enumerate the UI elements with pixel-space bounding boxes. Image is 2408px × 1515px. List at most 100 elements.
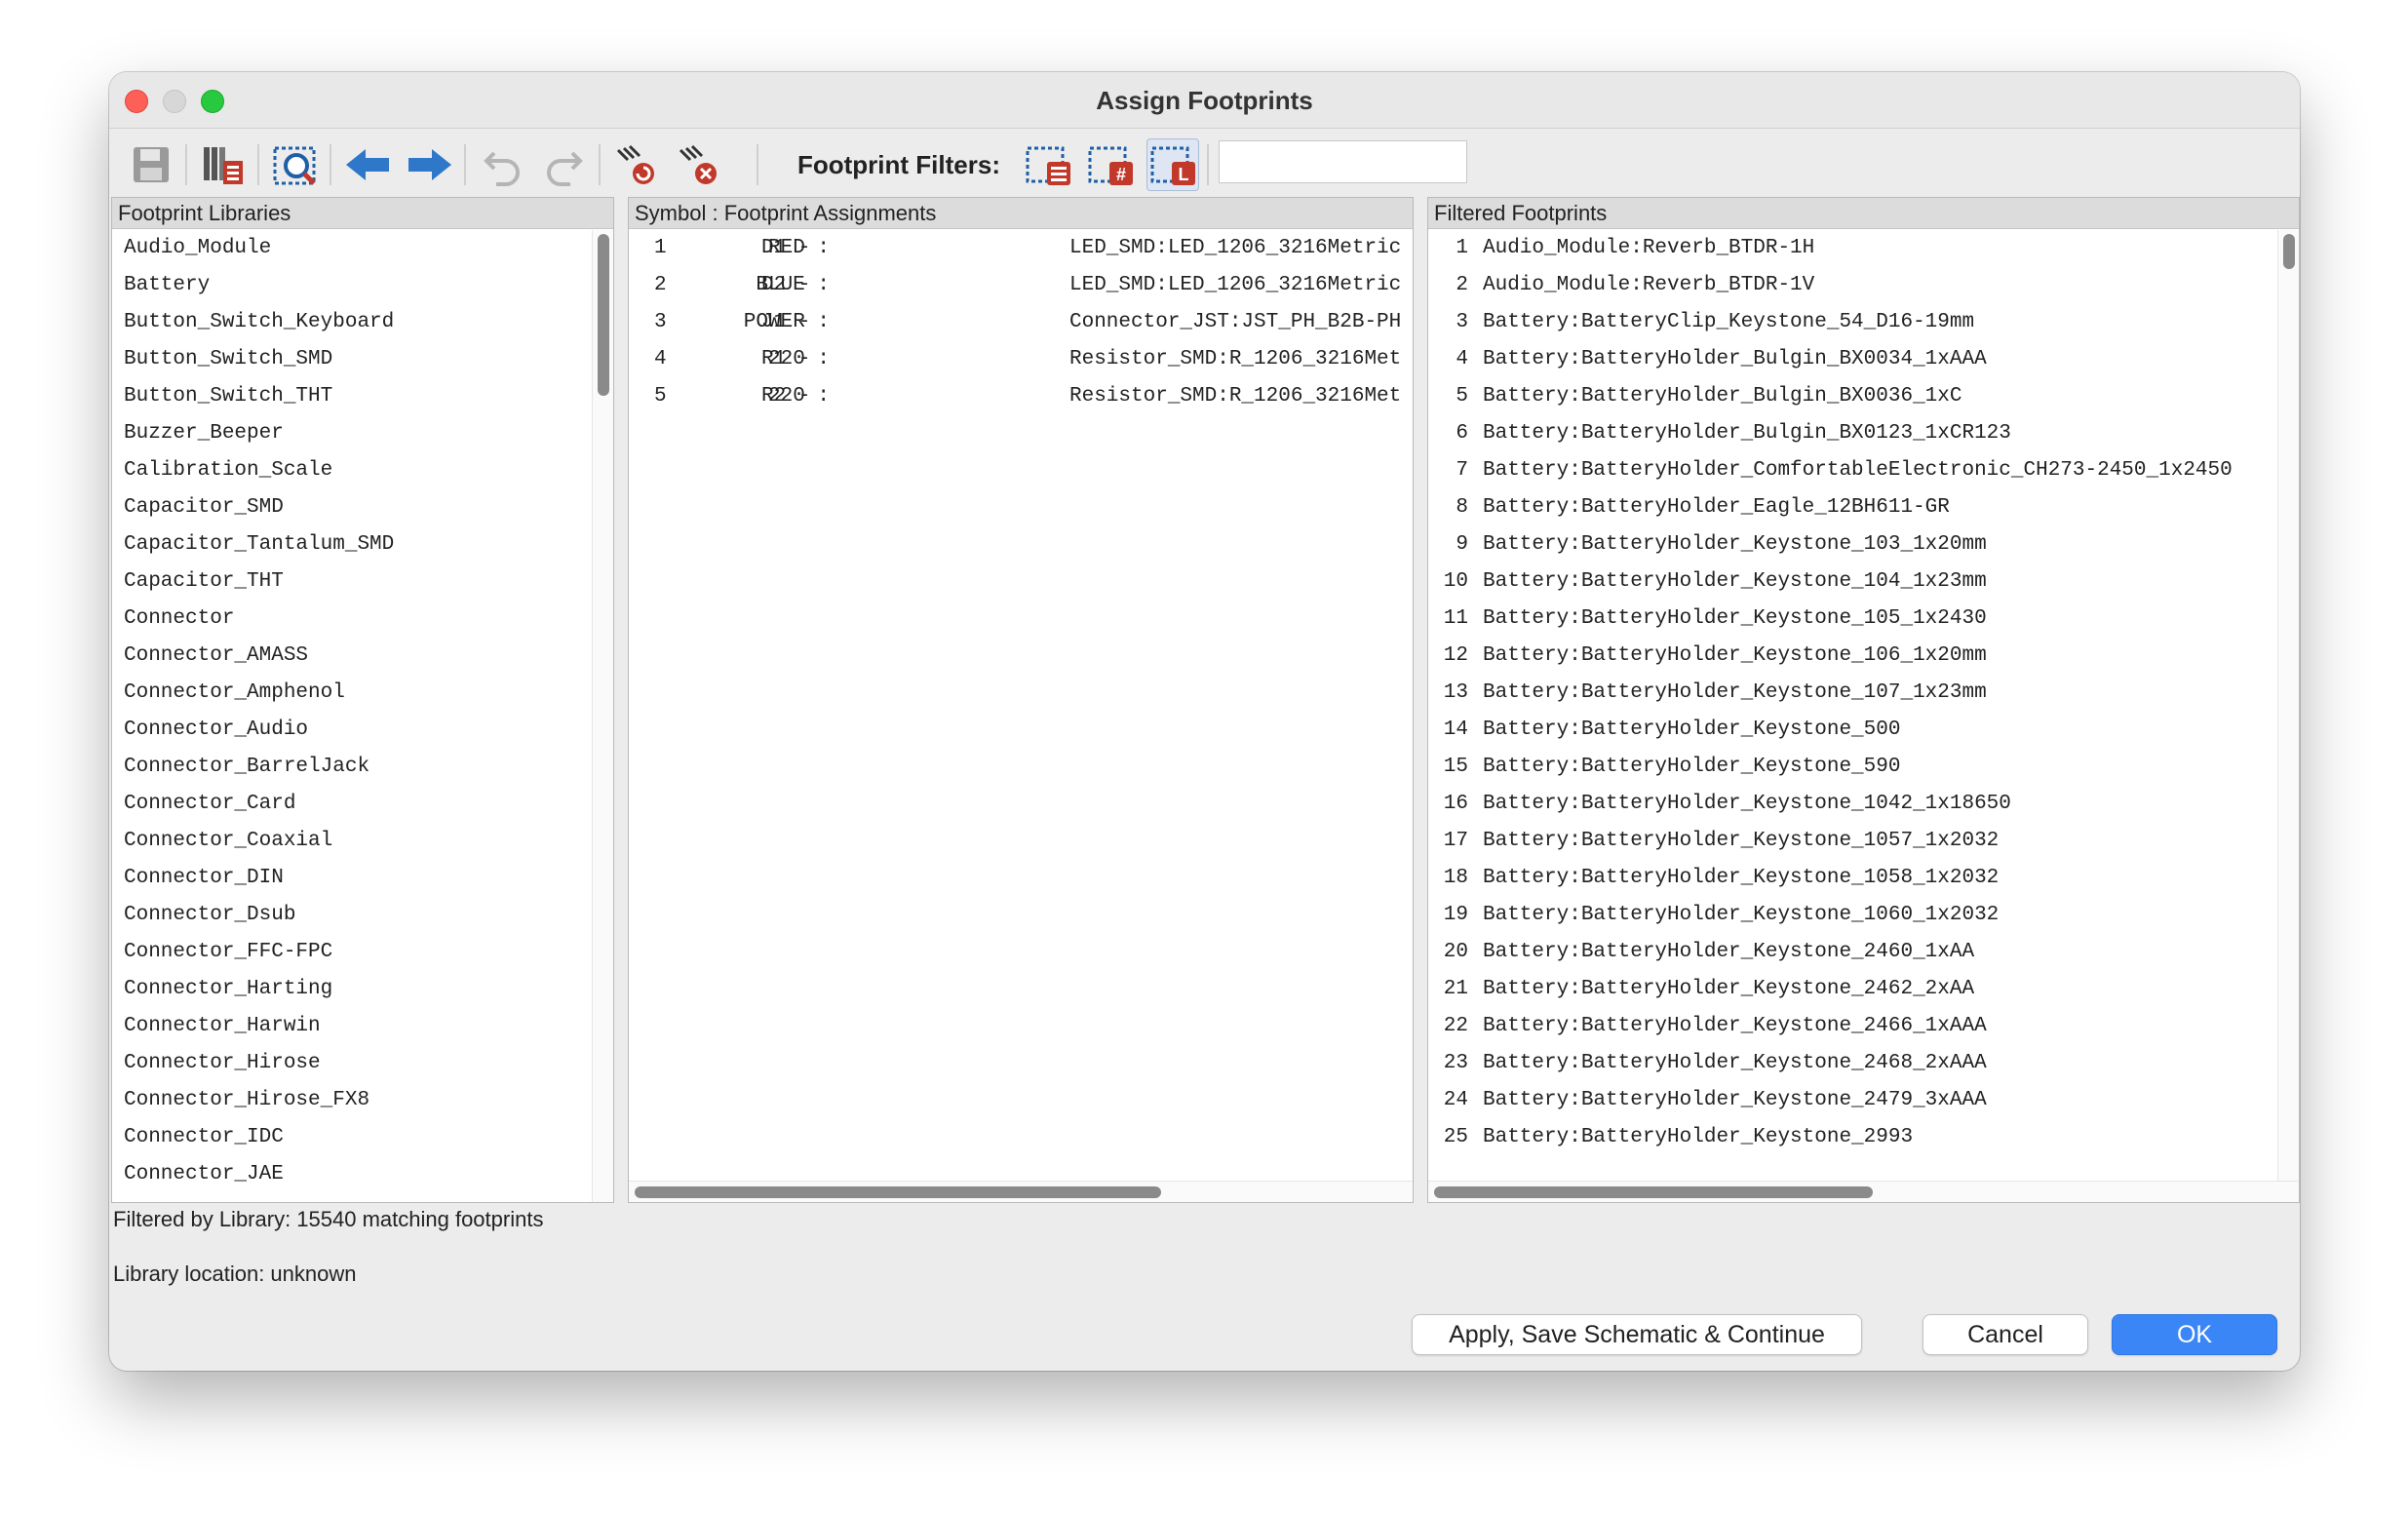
library-list-item[interactable]: Capacitor_Tantalum_SMD xyxy=(112,526,613,563)
filtered-footprint-row[interactable]: 8 Battery:BatteryHolder_Eagle_12BH611-GR xyxy=(1428,489,2277,526)
filtered-footprint-row[interactable]: 19 Battery:BatteryHolder_Keystone_1060_1x… xyxy=(1428,897,2277,934)
footprint-number: 13 xyxy=(1443,681,1468,704)
library-list-item[interactable]: Connector_Coaxial xyxy=(112,823,613,860)
library-list-item[interactable]: Connector xyxy=(112,601,613,638)
cancel-button[interactable]: Cancel xyxy=(1923,1314,2088,1355)
library-list-item[interactable]: Connector_Audio xyxy=(112,712,613,749)
footprint-libraries-list[interactable]: Audio_Module Battery Button_Switch_Keyboar… xyxy=(112,230,613,1202)
library-list-item[interactable]: Battery xyxy=(112,267,613,304)
filter-by-keywords-icon[interactable] xyxy=(1022,138,1074,191)
apply-save-continue-button[interactable]: Apply, Save Schematic & Continue xyxy=(1412,1314,1862,1355)
filtered-footprint-row[interactable]: 5 Battery:BatteryHolder_Bulgin_BX0036_1xC xyxy=(1428,378,2277,415)
library-manager-icon[interactable] xyxy=(197,138,250,191)
filtered-footprint-row[interactable]: 22 Battery:BatteryHolder_Keystone_2466_1x… xyxy=(1428,1008,2277,1045)
filtered-footprint-row[interactable]: 9 Battery:BatteryHolder_Keystone_103_1x20… xyxy=(1428,526,2277,563)
view-footprint-icon[interactable] xyxy=(269,138,322,191)
library-list-item[interactable]: Button_Switch_SMD xyxy=(112,341,613,378)
filtered-footprint-row[interactable]: 3 Battery:BatteryClip_Keystone_54_D16-19m… xyxy=(1428,304,2277,341)
undo-icon[interactable] xyxy=(476,138,528,191)
delete-associations-icon[interactable] xyxy=(673,138,725,191)
filtered-horizontal-scrollbar[interactable] xyxy=(1428,1181,2299,1202)
libraries-vertical-scrollbar[interactable] xyxy=(592,230,613,1202)
library-list-item[interactable]: Capacitor_THT xyxy=(112,563,613,601)
library-list-item[interactable]: Button_Switch_Keyboard xyxy=(112,304,613,341)
footprint-number: 18 xyxy=(1443,867,1468,889)
library-list-item[interactable]: Calibration_Scale xyxy=(112,452,613,489)
footprint-number: 8 xyxy=(1456,496,1468,519)
filtered-footprint-row[interactable]: 10 Battery:BatteryHolder_Keystone_104_1x2… xyxy=(1428,563,2277,601)
footprint-name: Battery:BatteryClip_Keystone_54_D16-19mm xyxy=(1483,311,1975,333)
footprint-number: 4 xyxy=(1456,348,1468,370)
filtered-footprint-row[interactable]: 14 Battery:BatteryHolder_Keystone_500 xyxy=(1428,712,2277,749)
assignment-row[interactable]: 5 R2 -220 : Resistor_SMD:R_1206_3216Met xyxy=(629,378,1413,415)
assignments-header: Symbol : Footprint Assignments xyxy=(629,198,1413,229)
footprint-name: Battery:BatteryHolder_Keystone_105_1x243… xyxy=(1483,607,1987,630)
library-list-item[interactable]: Connector_JAE xyxy=(112,1156,613,1193)
assignment-value: BLUE : xyxy=(756,274,830,296)
library-list-item[interactable]: Connector_DIN xyxy=(112,860,613,897)
library-list-item[interactable]: Connector_Hirose_FX8 xyxy=(112,1082,613,1119)
save-icon[interactable] xyxy=(125,138,177,191)
redo-icon[interactable] xyxy=(538,138,591,191)
footprint-name: Battery:BatteryHolder_Keystone_1042_1x18… xyxy=(1483,793,2011,815)
assignment-footprint: Resistor_SMD:R_1206_3216Met xyxy=(1069,385,1402,408)
filtered-footprint-row[interactable]: 15 Battery:BatteryHolder_Keystone_590 xyxy=(1428,749,2277,786)
filtered-footprint-row[interactable]: 24 Battery:BatteryHolder_Keystone_2479_3x… xyxy=(1428,1082,2277,1119)
assignment-value: POWER : xyxy=(743,311,830,333)
filter-by-library-icon[interactable]: L xyxy=(1146,138,1199,191)
library-list-item[interactable]: Connector_Card xyxy=(112,786,613,823)
library-list-item[interactable]: Capacitor_SMD xyxy=(112,489,613,526)
filtered-footprint-row[interactable]: 6 Battery:BatteryHolder_Bulgin_BX0123_1xC… xyxy=(1428,415,2277,452)
library-list-item[interactable]: Connector_Hirose xyxy=(112,1045,613,1082)
title-bar: Assign Footprints xyxy=(109,72,2300,129)
next-arrow-icon[interactable] xyxy=(404,138,456,191)
footprint-name: Battery:BatteryHolder_Keystone_103_1x20m… xyxy=(1483,533,1987,556)
ok-button[interactable]: OK xyxy=(2112,1314,2277,1355)
filtered-vertical-scrollbar[interactable] xyxy=(2277,230,2299,1181)
filtered-hscroll-thumb[interactable] xyxy=(1434,1186,1873,1198)
assignment-row[interactable]: 3 J1 - POWER : Connector_JST:JST_PH_B2B-PH xyxy=(629,304,1413,341)
filtered-footprint-row[interactable]: 17 Battery:BatteryHolder_Keystone_1057_1x… xyxy=(1428,823,2277,860)
footprint-number: 20 xyxy=(1443,941,1468,963)
assignments-list[interactable]: 1 D1 - RED : LED_SMD:LED_1206_3216Metric 2 D2… xyxy=(629,230,1413,1202)
library-list-item[interactable]: Connector_Dsub xyxy=(112,897,613,934)
assignments-scroll-thumb[interactable] xyxy=(635,1186,1161,1198)
filtered-footprint-row[interactable]: 21 Battery:BatteryHolder_Keystone_2462_2x… xyxy=(1428,971,2277,1008)
library-list-item[interactable]: Connector_Amphenol xyxy=(112,675,613,712)
assignment-row[interactable]: 4 R1 -220 : Resistor_SMD:R_1206_3216Met xyxy=(629,341,1413,378)
filtered-footprint-row[interactable]: 16 Battery:BatteryHolder_Keystone_1042_1x… xyxy=(1428,786,2277,823)
assignment-value: 220 : xyxy=(767,385,830,408)
filtered-footprint-row[interactable]: 2 Audio_Module:Reverb_BTDR-1V xyxy=(1428,267,2277,304)
auto-associate-icon[interactable] xyxy=(610,138,663,191)
assignment-row[interactable]: 2 D2 - BLUE : LED_SMD:LED_1206_3216Metric xyxy=(629,267,1413,304)
library-list-item[interactable]: Connector_Harwin xyxy=(112,1008,613,1045)
filtered-scroll-thumb[interactable] xyxy=(2283,234,2295,269)
filtered-footprint-row[interactable]: 12 Battery:BatteryHolder_Keystone_106_1x2… xyxy=(1428,638,2277,675)
filtered-footprint-row[interactable]: 4 Battery:BatteryHolder_Bulgin_BX0034_1xA… xyxy=(1428,341,2277,378)
previous-arrow-icon[interactable] xyxy=(341,138,394,191)
filtered-footprint-row[interactable]: 25 Battery:BatteryHolder_Keystone_2993 xyxy=(1428,1119,2277,1156)
library-list-item[interactable]: Buzzer_Beeper xyxy=(112,415,613,452)
assignment-row[interactable]: 1 D1 - RED : LED_SMD:LED_1206_3216Metric xyxy=(629,230,1413,267)
filtered-footprint-row[interactable]: 18 Battery:BatteryHolder_Keystone_1058_1x… xyxy=(1428,860,2277,897)
filtered-footprint-row[interactable]: 11 Battery:BatteryHolder_Keystone_105_1x2… xyxy=(1428,601,2277,638)
filtered-footprints-list[interactable]: 1 Audio_Module:Reverb_BTDR-1H 2 Audio_Modul… xyxy=(1428,230,2277,1181)
library-list-item[interactable]: Connector_Harting xyxy=(112,971,613,1008)
library-list-item[interactable]: Connector_BarrelJack xyxy=(112,749,613,786)
library-list-item[interactable]: Connector_FFC-FPC xyxy=(112,934,613,971)
library-list-item[interactable]: Connector_AMASS xyxy=(112,638,613,675)
library-list-item[interactable]: Audio_Module xyxy=(112,230,613,267)
filtered-footprint-row[interactable]: 13 Battery:BatteryHolder_Keystone_107_1x2… xyxy=(1428,675,2277,712)
filtered-footprint-row[interactable]: 20 Battery:BatteryHolder_Keystone_2460_1x… xyxy=(1428,934,2277,971)
filter-by-pin-count-icon[interactable]: # xyxy=(1084,138,1137,191)
filtered-footprint-row[interactable]: 23 Battery:BatteryHolder_Keystone_2468_2x… xyxy=(1428,1045,2277,1082)
assignment-value: 220 : xyxy=(767,348,830,370)
filtered-footprint-row[interactable]: 7 Battery:BatteryHolder_ComfortableElectr… xyxy=(1428,452,2277,489)
library-list-item[interactable]: Button_Switch_THT xyxy=(112,378,613,415)
filtered-footprint-row[interactable]: 1 Audio_Module:Reverb_BTDR-1H xyxy=(1428,230,2277,267)
libraries-scroll-thumb[interactable] xyxy=(598,234,609,396)
footprint-name: Battery:BatteryHolder_Keystone_1060_1x20… xyxy=(1483,904,2000,926)
assignments-horizontal-scrollbar[interactable] xyxy=(629,1181,1413,1202)
footprint-filter-input[interactable] xyxy=(1219,140,1467,183)
library-list-item[interactable]: Connector_IDC xyxy=(112,1119,613,1156)
